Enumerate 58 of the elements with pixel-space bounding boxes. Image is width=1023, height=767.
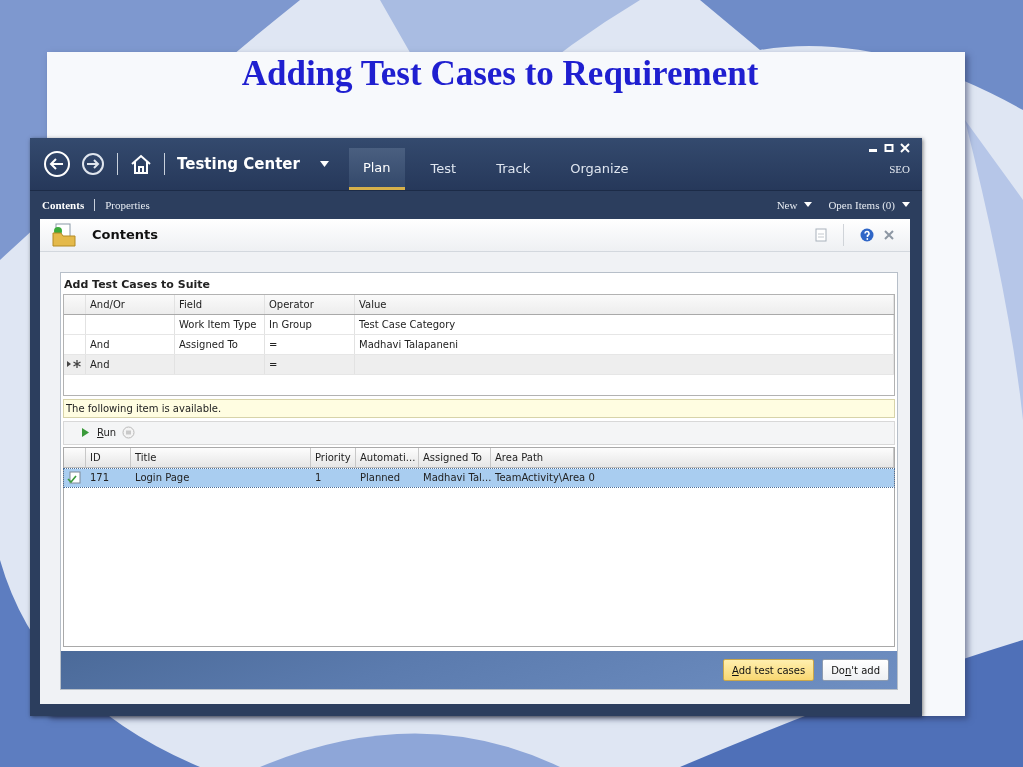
menu-button[interactable]: New — [776, 198, 813, 211]
table-cell: Assigned To — [179, 338, 238, 350]
panel-title: Contents — [92, 227, 158, 243]
nav-tab[interactable]: Plan — [348, 147, 405, 190]
nav-tab[interactable]: Track — [482, 147, 545, 190]
dropdown-caret-icon[interactable] — [319, 160, 329, 167]
column-header[interactable]: Value — [355, 294, 894, 314]
caret-icon — [902, 202, 910, 208]
query-row[interactable]: Work Item Type In Group Test Case Category — [64, 314, 894, 335]
result-row[interactable]: 171 Login Page 1 Planned Madhavi Tal... TeamActivity\Area 0 — [64, 468, 894, 487]
column-header[interactable]: Field — [175, 294, 265, 314]
info-bar: The following item is available. — [63, 398, 895, 418]
add-button[interactable]: Add test cases — [723, 659, 815, 681]
table-cell: = — [269, 358, 278, 370]
new-row-icon — [67, 360, 81, 369]
nav-tab[interactable]: Test — [416, 147, 471, 190]
nav-tab[interactable]: Organize — [556, 147, 643, 190]
column-header[interactable]: Assigned To — [419, 447, 491, 467]
sub-tab[interactable]: Contents — [42, 198, 85, 211]
column-header[interactable]: And/Or — [86, 294, 175, 314]
table-cell: Login Page — [135, 472, 190, 484]
sub-tab[interactable]: Properties — [105, 198, 150, 211]
user-name: SEO — [889, 162, 910, 175]
play-icon — [82, 428, 89, 438]
table-cell: Madhavi Talapaneni — [359, 338, 458, 350]
folder-document-icon — [52, 222, 76, 247]
back-icon[interactable] — [43, 149, 71, 178]
table-cell: Test Case Category — [359, 318, 456, 330]
cancel-button[interactable]: Don't add — [822, 659, 889, 681]
slide-title: Adding Test Cases to Requirement — [241, 53, 759, 95]
home-icon[interactable] — [130, 152, 152, 175]
caret-icon — [804, 202, 813, 208]
table-cell: 171 — [90, 472, 110, 484]
forward-icon[interactable] — [81, 151, 105, 176]
column-header[interactable]: Automati... — [356, 447, 419, 467]
column-header[interactable]: ID — [86, 447, 131, 467]
column-header[interactable]: Area Path — [491, 447, 894, 467]
query-row[interactable]: And Assigned To = Madhavi Talapaneni — [64, 334, 894, 355]
table-cell: Work Item Type — [179, 318, 257, 330]
column-header[interactable]: Operator — [265, 294, 355, 314]
table-cell: Madhavi Tal... — [423, 472, 492, 484]
query-row[interactable]: And = — [64, 354, 894, 375]
column-header[interactable]: Priority — [311, 447, 356, 467]
table-cell: Planned — [360, 472, 401, 484]
table-cell: 1 — [315, 472, 322, 484]
maximize-icon[interactable] — [884, 142, 894, 153]
help-icon[interactable] — [860, 227, 874, 242]
dialog-title: Add Test Cases to Suite — [63, 276, 211, 293]
table-cell: In Group — [269, 318, 312, 330]
table-cell: = — [269, 338, 278, 350]
run-button[interactable]: Run — [82, 427, 117, 439]
column-header[interactable]: Title — [131, 447, 311, 467]
table-cell: TeamActivity\Area 0 — [495, 472, 595, 484]
test-case-icon — [67, 471, 81, 485]
table-cell: And — [90, 338, 110, 350]
table-cell: And — [90, 358, 110, 370]
menu-button[interactable]: Open Items (0) — [828, 198, 910, 211]
app-title: Testing Center — [177, 154, 300, 173]
